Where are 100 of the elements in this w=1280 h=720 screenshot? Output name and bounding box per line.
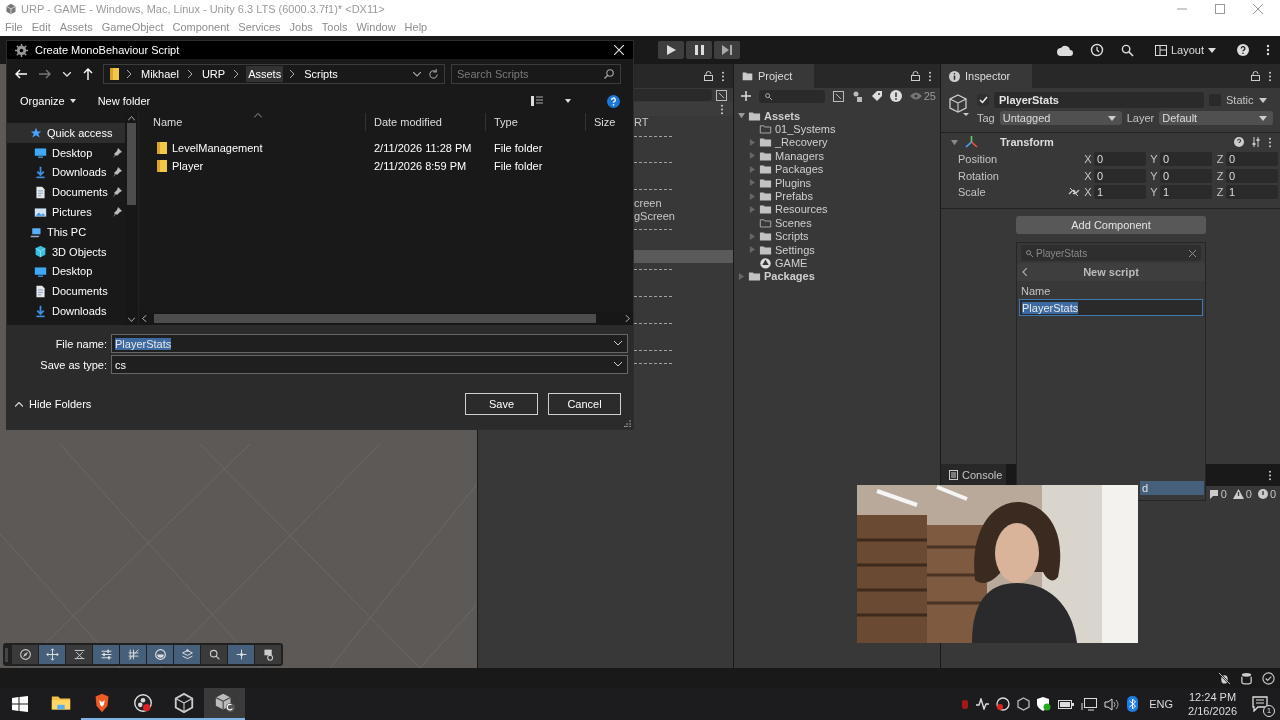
pin-icon[interactable] bbox=[113, 167, 122, 178]
file-row[interactable]: Player 2/11/2026 8:59 PM File folder bbox=[139, 157, 633, 175]
resize-grip-icon[interactable] bbox=[624, 420, 631, 427]
scroll-up-icon[interactable] bbox=[128, 116, 135, 121]
warning-icon[interactable] bbox=[1232, 488, 1244, 499]
lock-icon[interactable] bbox=[1251, 71, 1260, 81]
menu-item[interactable]: Component bbox=[172, 21, 230, 33]
battery-icon[interactable] bbox=[1058, 699, 1075, 709]
up-arrow-icon[interactable] bbox=[83, 68, 93, 80]
clock[interactable]: 12:24 PM 2/16/2026 bbox=[1188, 690, 1237, 718]
shield-check-icon[interactable] bbox=[1037, 697, 1052, 711]
project-folder-item[interactable]: Scripts bbox=[734, 229, 940, 243]
number-field[interactable]: 1 bbox=[1160, 185, 1212, 200]
console-tab[interactable]: Console bbox=[941, 464, 1007, 486]
search-field[interactable]: PlayerStats bbox=[1021, 245, 1201, 261]
tool-button[interactable] bbox=[147, 645, 173, 664]
address-bar[interactable]: Mikhael URP Assets Scripts bbox=[103, 64, 445, 84]
nav-item[interactable]: Desktop bbox=[7, 261, 125, 282]
cube-icon[interactable] bbox=[949, 94, 969, 116]
tool-button[interactable] bbox=[120, 645, 146, 664]
maximize-icon[interactable] bbox=[1215, 4, 1225, 14]
cube-outline-icon[interactable] bbox=[1017, 697, 1031, 711]
menu-item[interactable]: Tools bbox=[321, 21, 348, 33]
pin-icon[interactable] bbox=[113, 207, 122, 218]
new-folder-button[interactable]: New folder bbox=[97, 95, 151, 107]
breadcrumb-item[interactable]: URP bbox=[199, 66, 228, 82]
number-field[interactable]: 0 bbox=[1226, 168, 1278, 183]
scrollbar-thumb[interactable] bbox=[127, 123, 136, 205]
step-button[interactable] bbox=[714, 41, 740, 59]
number-field[interactable]: 0 bbox=[1160, 168, 1212, 183]
layer-dropdown[interactable]: Default bbox=[1159, 111, 1274, 125]
hide-folders-button[interactable]: Hide Folders bbox=[15, 398, 92, 410]
more-icon[interactable] bbox=[720, 103, 724, 115]
layout-dropdown[interactable]: Layout bbox=[1150, 42, 1220, 58]
monitor-icon[interactable] bbox=[1081, 697, 1098, 711]
tool-button[interactable] bbox=[66, 645, 92, 664]
scroll-left-icon[interactable] bbox=[142, 314, 147, 322]
tool-button[interactable] bbox=[12, 645, 38, 664]
taskbar-app-button[interactable] bbox=[204, 688, 245, 720]
more-icon[interactable] bbox=[721, 70, 725, 82]
menu-item[interactable]: File bbox=[5, 21, 23, 33]
cloud-icon[interactable] bbox=[1056, 44, 1073, 56]
project-folder-item[interactable]: _Recovery bbox=[734, 135, 940, 150]
file-name-field[interactable]: PlayerStats bbox=[111, 334, 628, 353]
tool-button[interactable] bbox=[201, 645, 227, 664]
help-icon[interactable] bbox=[607, 94, 620, 108]
column-header[interactable]: Name bbox=[139, 113, 366, 131]
tag-icon[interactable] bbox=[870, 90, 882, 102]
number-field[interactable]: 1 bbox=[1226, 185, 1278, 200]
speech-bubble-icon[interactable] bbox=[1208, 488, 1219, 499]
scroll-down-icon[interactable] bbox=[128, 317, 135, 322]
column-header[interactable]: Type bbox=[486, 113, 586, 131]
bluetooth-icon[interactable] bbox=[1127, 696, 1139, 712]
script-name-field[interactable]: PlayerStats bbox=[1019, 299, 1203, 316]
number-field[interactable]: 0 bbox=[1160, 152, 1212, 167]
tool-button[interactable] bbox=[39, 645, 65, 664]
windows-start-icon[interactable] bbox=[12, 696, 28, 712]
breadcrumb-item[interactable]: Scripts bbox=[302, 66, 340, 82]
column-header[interactable]: Date modified bbox=[366, 113, 486, 131]
save-type-dropdown[interactable]: cs bbox=[111, 355, 628, 374]
play-button[interactable] bbox=[658, 41, 684, 59]
cancel-button[interactable]: Cancel bbox=[548, 393, 621, 415]
check-circle-icon[interactable] bbox=[1262, 671, 1275, 685]
column-header[interactable]: Size bbox=[586, 113, 633, 131]
save-button[interactable]: Save bbox=[465, 393, 538, 415]
project-folder-item[interactable]: Assets bbox=[734, 109, 940, 123]
bug-off-icon[interactable] bbox=[1218, 671, 1231, 685]
more-icon[interactable] bbox=[1268, 70, 1272, 82]
scrollbar-thumb[interactable] bbox=[154, 313, 596, 323]
clear-icon[interactable] bbox=[1189, 249, 1196, 257]
tag-dropdown[interactable]: Untagged bbox=[999, 111, 1122, 125]
number-field[interactable]: 0 bbox=[1226, 152, 1278, 167]
menu-item[interactable]: Assets bbox=[59, 21, 93, 33]
filter-icon[interactable] bbox=[716, 89, 727, 101]
project-folder-item[interactable]: Packages bbox=[734, 269, 940, 284]
nav-item[interactable]: Downloads bbox=[7, 301, 125, 321]
more-icon[interactable] bbox=[1268, 469, 1272, 481]
more-icon[interactable] bbox=[928, 70, 932, 82]
lock-icon[interactable] bbox=[911, 71, 920, 81]
database-icon[interactable] bbox=[1240, 671, 1253, 685]
object-name-field[interactable]: PlayerStats bbox=[994, 92, 1204, 108]
help-icon[interactable] bbox=[1237, 44, 1249, 56]
search-field[interactable] bbox=[759, 89, 825, 103]
record-circle-icon[interactable] bbox=[996, 697, 1011, 711]
menu-item[interactable]: Jobs bbox=[289, 21, 313, 33]
active-checkbox[interactable] bbox=[977, 94, 989, 106]
number-field[interactable]: 0 bbox=[1094, 168, 1146, 183]
nav-item[interactable]: Documents bbox=[7, 281, 125, 302]
nav-item[interactable]: This PC bbox=[7, 222, 125, 242]
add-component-button[interactable]: Add Component bbox=[1016, 215, 1206, 234]
sliders-icon[interactable] bbox=[1251, 137, 1261, 147]
tool-button[interactable] bbox=[174, 645, 200, 664]
lock-icon[interactable] bbox=[704, 71, 713, 81]
more-icon[interactable] bbox=[1266, 44, 1270, 56]
project-folder-item[interactable]: GAME bbox=[734, 256, 940, 270]
nav-item[interactable]: Desktop bbox=[7, 142, 125, 163]
filter-icon[interactable] bbox=[832, 90, 844, 102]
project-folder-item[interactable]: Scenes bbox=[734, 216, 940, 230]
refresh-icon[interactable] bbox=[428, 68, 439, 80]
project-folder-item[interactable]: Prefabs bbox=[734, 189, 940, 203]
